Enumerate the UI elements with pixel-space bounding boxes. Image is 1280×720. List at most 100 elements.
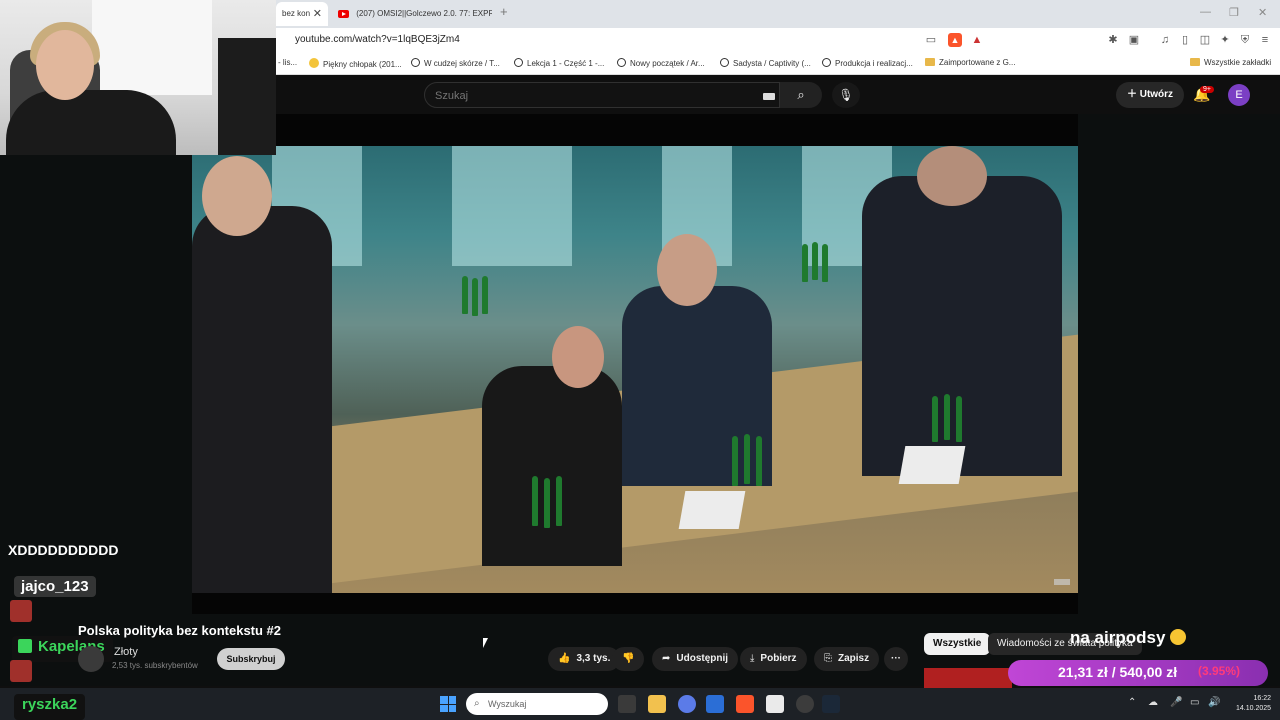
save-label: Zapisz [838,653,870,664]
like-count: 3,3 tys. [576,653,611,664]
nameplate [678,491,746,529]
nameplate [898,446,966,484]
bookmark-6[interactable]: Sadysta / Captivity (... [720,58,811,68]
search-input[interactable] [435,88,735,104]
chat-username-ryszka: ryszka2 [14,694,86,720]
more-actions-button[interactable]: ··· [884,647,908,671]
bookmark-7[interactable]: Produkcja i realizacj... [822,58,913,68]
bookmark-folder-imported[interactable]: Zaimportowane z G... [925,58,1015,67]
folder-icon [925,58,935,66]
sidebar-toggle-icon[interactable]: ▣ [1127,33,1141,47]
url-field[interactable]: youtube.com/watch?v=1lqBQE3jZm4 [295,34,460,45]
taskbar-search[interactable]: ⌕ Wyszukaj [466,693,608,715]
keyboard-icon[interactable] [763,93,775,100]
channel-avatar[interactable] [78,646,104,672]
youtube-favicon-icon [338,9,349,18]
extensions-icon[interactable]: ✱ [1106,33,1120,47]
bookmark-3[interactable]: W cudzej skórze / T... [411,58,500,68]
minimize-icon[interactable]: — [1200,6,1211,18]
video-title: Polska polityka bez kontekstu #2 [78,623,282,638]
tray-chevron-icon[interactable]: ⌃ [1128,697,1136,708]
video-frame[interactable] [192,146,1078,593]
windows-start-icon[interactable] [440,696,456,712]
bottle [472,278,478,316]
bottle [482,276,488,314]
person-woman [482,366,622,566]
brave-rewards-icon[interactable]: ▲ [970,33,984,47]
donation-goal-text: na airpodsy [1070,628,1166,647]
volume-icon[interactable]: 🔊 [1208,697,1220,708]
bottle [802,244,808,282]
globe-icon [720,58,729,67]
bookmark-9-label: Wszystkie zakładki [1204,58,1272,67]
person-left [192,206,332,593]
media-icon[interactable]: ♫ [1158,33,1172,47]
globe-icon [514,58,523,67]
webcam-overlay [0,0,276,155]
chat-avatar [10,660,32,682]
tab-omsi[interactable]: (207) OMSI2||Golczewo 2.0. 77: EXPR [332,2,492,26]
thumbs-down-icon: 👎 [622,653,635,664]
bookmark-6-label: Sadysta / Captivity (... [733,59,811,68]
file-explorer-icon[interactable] [648,695,666,713]
vpn-icon[interactable]: ⛨ [1238,33,1252,47]
onedrive-icon[interactable]: ☁ [1148,697,1158,708]
sidebar-icon[interactable]: ▯ [1178,33,1192,47]
mouse-cursor [483,638,488,648]
bookmark-3-label: W cudzej skórze / T... [424,59,500,68]
webcam-window [92,0,212,95]
close-window-icon[interactable]: ✕ [1258,6,1267,19]
bottle [732,436,738,486]
webcam-streamer-face [36,30,94,100]
voice-search-button[interactable]: 🎙 [832,82,860,108]
cast-icon[interactable]: ▭ [924,33,938,47]
menu-icon[interactable]: ≡ [1258,33,1272,47]
steam-icon[interactable] [822,695,840,713]
chip-all[interactable]: Wszystkie [924,633,991,655]
plus-icon: ＋ [1126,89,1140,100]
bookmark-icon: ⎘ [824,653,832,664]
clock-date: 14.10.2025 [1236,705,1272,712]
bottle [812,242,818,280]
subscribe-button[interactable]: Subskrybuj [217,648,285,670]
bookmark-4[interactable]: Lekcja 1 - Część 1 -... [514,58,604,68]
channel-name[interactable]: Złoty [114,646,138,658]
obs-icon[interactable] [796,695,814,713]
share-button[interactable]: ➦ Udostępnij [652,647,739,671]
leo-ai-icon[interactable]: ✦ [1218,33,1232,47]
bookmark-folder-all[interactable]: Wszystkie zakładki [1190,58,1271,67]
microphone-tray-icon[interactable]: 🎤 [1170,697,1182,708]
system-clock[interactable]: 16:22 14.10.2025 [1236,694,1271,714]
bookmark-1[interactable]: - lis... [278,58,297,67]
network-icon[interactable]: ▭ [1190,697,1199,708]
person-woman-head [552,326,604,388]
task-view-icon[interactable] [618,695,636,713]
save-button[interactable]: ⎘ Zapisz [814,647,880,671]
bottle [956,396,962,442]
search-button[interactable]: ⌕ [780,82,822,108]
captions-icon[interactable] [1054,579,1070,585]
brave-browser-icon[interactable] [736,695,754,713]
copilot-icon[interactable] [678,695,696,713]
donation-goal-amount: 21,31 zł / 540,00 zł [1058,664,1178,680]
person-right-head [917,146,987,206]
account-avatar[interactable]: E [1228,84,1250,106]
globe-icon [411,58,420,67]
app-icon[interactable] [766,695,784,713]
like-button[interactable]: 👍 3,3 tys. [548,647,621,671]
download-button[interactable]: ⤓ Pobierz [740,647,807,671]
recommended-video-thumbnail[interactable] [924,668,1012,688]
brave-shields-icon[interactable]: ▲ [948,33,962,47]
tab-current[interactable]: bez kon ✕ [276,2,328,26]
maximize-icon[interactable]: ❐ [1229,6,1239,19]
wallet-icon[interactable]: ◫ [1198,33,1212,47]
dislike-button[interactable]: 👎 [612,647,645,671]
donation-goal-percent: (3.95%) [1198,664,1241,678]
close-tab-icon[interactable]: ✕ [313,2,322,26]
bookmark-5[interactable]: Nowy początek / Ar... [617,58,705,68]
create-button[interactable]: ＋ Utwórz [1116,82,1184,108]
bookmark-2[interactable]: Piękny chłopak (201... [309,58,402,69]
store-icon[interactable] [706,695,724,713]
new-tab-icon[interactable]: + [500,4,508,19]
emoji-icon [1170,629,1187,645]
